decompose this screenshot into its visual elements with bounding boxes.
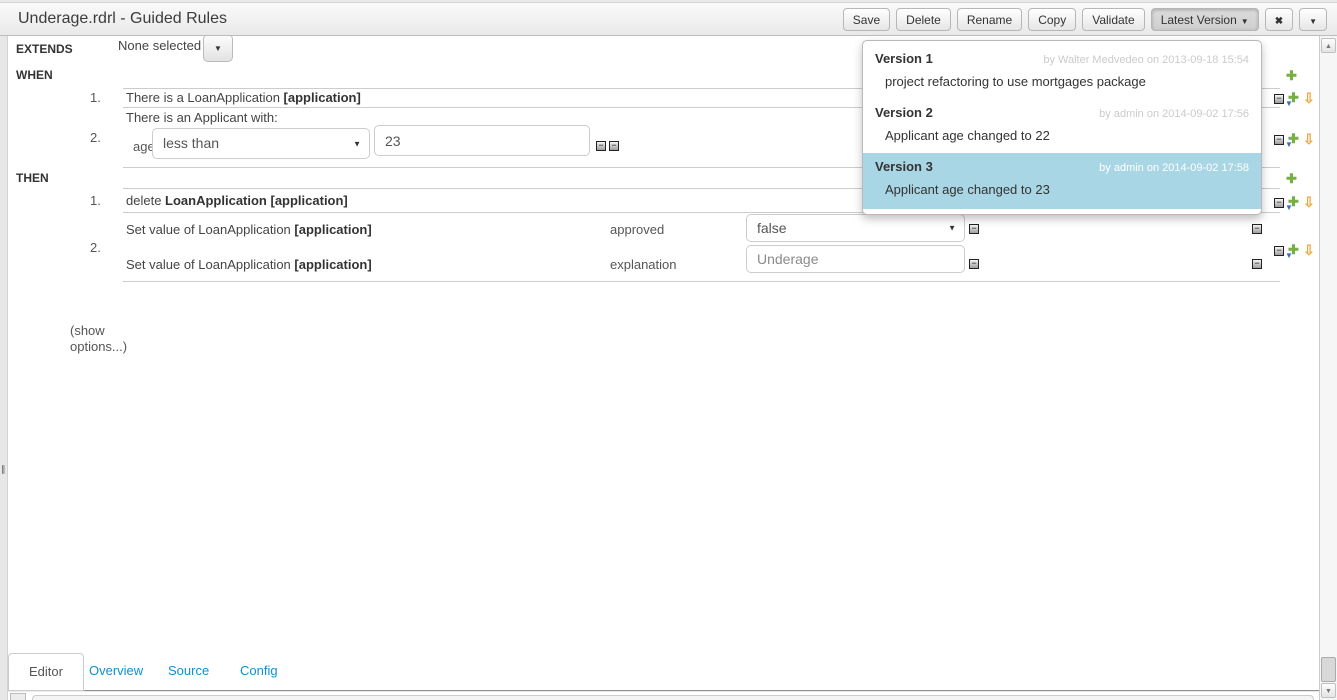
add-action-below-icon[interactable]: ✚▼ [1286,243,1302,258]
version-history-panel: Version 1 by Walter Medvedeo on 2013-09-… [862,40,1262,215]
move-action-down-icon[interactable]: ⇩ [1303,195,1315,209]
set-value-approved-text[interactable]: Set value of LoanApplication [applicatio… [126,222,372,237]
title-bar: Underage.rdrl - Guided Rules Save Delete… [0,2,1337,36]
extends-dropdown-button[interactable]: ▼ [203,34,233,62]
tab-overview[interactable]: Overview [89,663,143,678]
explanation-value-input[interactable] [746,245,965,273]
version-comment: project refactoring to use mortgages pac… [875,66,1249,95]
version-dropdown-button[interactable]: Latest Version▼ [1151,8,1259,31]
version-item-selected[interactable]: Version 3 by admin on 2014-09-02 17:58 A… [863,153,1261,209]
scrollbar-thumb[interactable] [1321,657,1336,682]
version-name: Version 2 [875,105,933,120]
then-row1-number: 1. [90,193,101,208]
extends-label: EXTENDS [16,42,73,56]
move-action-down-icon[interactable]: ⇩ [1303,243,1315,257]
divider [123,281,1280,282]
bottom-panel-edge [8,692,1319,700]
close-button[interactable]: ✖ [1265,8,1293,31]
version-item[interactable]: Version 1 by Walter Medvedeo on 2013-09-… [863,45,1261,99]
remove-condition-icon[interactable]: − [1274,135,1284,145]
chevron-down-icon: ▼ [1309,17,1317,26]
version-meta: by admin on 2014-09-02 17:56 [1099,108,1249,120]
editor-tab-bar: Editor Overview Source Config [8,652,1319,691]
remove-action-icon[interactable]: − [1274,246,1284,256]
remove-set-field-icon[interactable]: − [1252,224,1262,234]
remove-restriction-icon[interactable]: − [596,141,606,151]
collapsed-panel-top [32,695,1314,700]
when-row2-number: 2. [90,130,101,145]
version-meta: by Walter Medvedeo on 2013-09-18 15:54 [1043,54,1249,66]
add-action-icon[interactable]: ✚ [1286,172,1297,185]
vertical-scrollbar[interactable]: ▲ ▼ [1319,36,1337,700]
remove-field-value-icon[interactable]: − [969,224,979,234]
add-action-below-icon[interactable]: ✚▼ [1286,195,1302,210]
then-row2-number: 2. [90,240,101,255]
version-comment: Applicant age changed to 22 [875,120,1249,149]
version-name: Version 1 [875,51,933,66]
age-value-input[interactable] [374,125,590,156]
delete-button[interactable]: Delete [896,8,951,31]
extends-value: None selected [118,38,201,53]
show-options-link[interactable]: (show options...) [70,323,128,355]
when-row2-intro: There is an Applicant with: [126,110,278,125]
scroll-up-icon[interactable]: ▲ [1321,38,1336,53]
add-condition-below-icon[interactable]: ✚▼ [1286,132,1302,147]
then-label: THEN [16,171,49,185]
add-condition-icon[interactable]: ✚ [1286,69,1297,82]
tab-config[interactable]: Config [240,663,278,678]
copy-button[interactable]: Copy [1028,8,1076,31]
rename-button[interactable]: Rename [957,8,1022,31]
chevron-down-icon: ▼ [353,139,361,148]
chevron-down-icon: ▼ [948,224,956,233]
when-row1-number: 1. [90,90,101,105]
validate-button[interactable]: Validate [1082,8,1144,31]
page-title: Underage.rdrl - Guided Rules [18,10,227,28]
remove-condition-icon[interactable]: − [1274,94,1284,104]
toolbar: Save Delete Rename Copy Validate Latest … [843,8,1327,31]
add-condition-below-icon[interactable]: ✚▼ [1286,91,1302,106]
tab-editor[interactable]: Editor [8,653,84,691]
panel-corner [10,693,26,700]
save-button[interactable]: Save [843,8,890,31]
remove-field-icon[interactable]: − [609,141,619,151]
when-row1-text[interactable]: There is a LoanApplication [application] [126,90,361,105]
operator-select[interactable]: less than▼ [152,128,370,159]
left-splitter[interactable]: ∥ [0,36,8,700]
version-item[interactable]: Version 2 by admin on 2014-09-02 17:56 A… [863,99,1261,153]
remove-action-icon[interactable]: − [1274,198,1284,208]
set-value-explanation-text[interactable]: Set value of LoanApplication [applicatio… [126,257,372,272]
explanation-field-label: explanation [610,257,677,272]
remove-set-field-icon[interactable]: − [1252,259,1262,269]
close-icon: ✖ [1275,16,1283,27]
approved-field-label: approved [610,222,664,237]
then-row1-text[interactable]: delete LoanApplication [application] [126,193,348,208]
splitter-gripper-icon[interactable]: ∥ [1,464,5,475]
version-comment: Applicant age changed to 23 [875,174,1249,205]
version-meta: by admin on 2014-09-02 17:58 [1099,162,1249,174]
move-condition-down-icon[interactable]: ⇩ [1303,132,1315,146]
chevron-down-icon: ▼ [214,44,222,53]
version-name: Version 3 [875,159,933,174]
when-label: WHEN [16,68,53,82]
remove-field-value-icon[interactable]: − [969,259,979,269]
tab-source[interactable]: Source [168,663,209,678]
approved-value-select[interactable]: false▼ [746,214,965,242]
move-condition-down-icon[interactable]: ⇩ [1303,91,1315,105]
chevron-down-icon: ▼ [1241,17,1249,26]
panel-menu-button[interactable]: ▼ [1299,8,1327,31]
scroll-down-icon[interactable]: ▼ [1321,683,1336,698]
